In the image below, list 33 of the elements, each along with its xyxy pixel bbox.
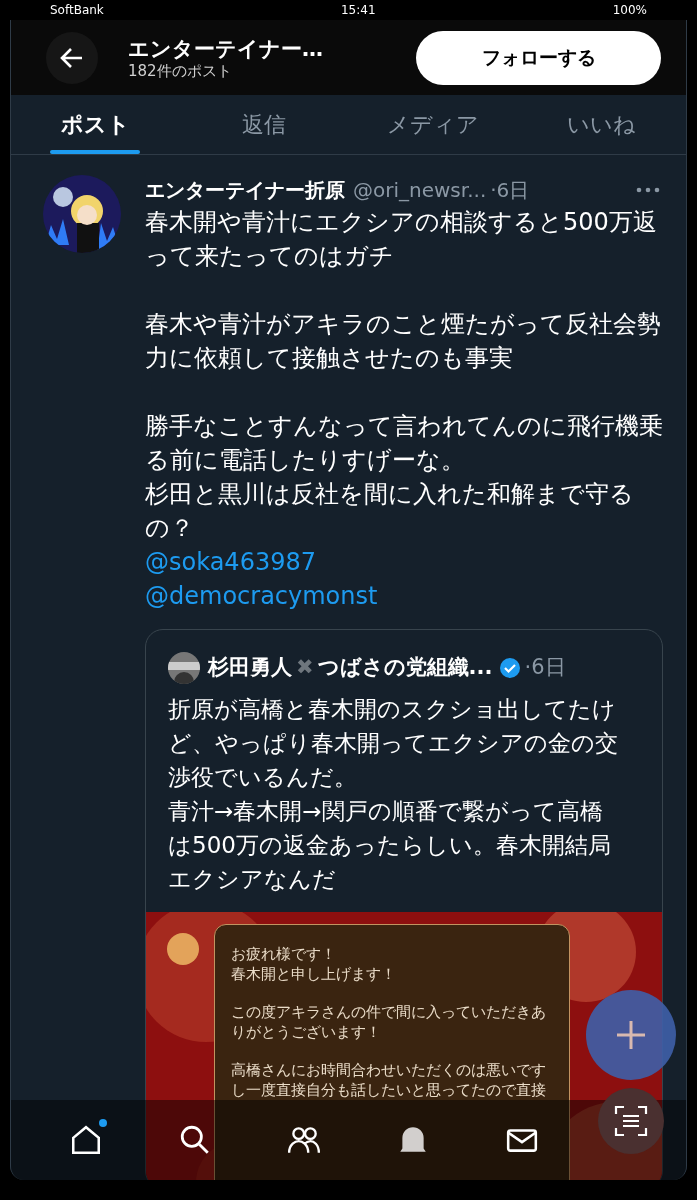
plus-icon [617,1021,645,1049]
more-icon[interactable] [636,187,660,193]
chat-message: お疲れ様です！ [231,945,337,965]
separator-mark: ✖ [296,654,314,682]
clock-time: 15:41 [340,2,376,19]
quoted-author-name[interactable]: 杉田勇人 [208,652,292,684]
quoted-post-time: ·6日 [524,654,566,682]
scan-icon [614,1104,648,1138]
post-count: 182件のポスト [128,61,233,80]
post-text: 勝手なことすんなって言われてんのに飛行機乗る前に電話したりすげーな。 [145,411,664,476]
profile-title: エンターテイナー… [128,35,324,62]
profile-tab[interactable]: 返信 [179,95,349,154]
mention-link[interactable]: @democracymonst [145,579,378,613]
profile-tab[interactable]: いいね [517,95,686,154]
post-time: ·6日 [490,177,530,204]
post-text: 春木開や青汁にエクシアの相談すると500万返って来たってのはガチ [145,207,658,272]
post-text: 春木や青汁がアキラのこと煙たがって反社会勢力に依頼して接触させたのも事実 [145,309,662,374]
battery-label: 100% [612,2,647,19]
profile-tab[interactable]: ポスト [11,95,180,154]
follow-button[interactable]: フォローする [416,30,661,85]
author-handle: @ori_newsr... [353,177,487,204]
post-text: 杉田と黒川は反社を間に入れた和解まで守るの？ [145,479,635,544]
profile-tab[interactable]: メディア [348,95,518,154]
chat-message: 高橋さんにお時間合わせいただくのは悪いですし一度直接自分も話したいと思ってたので直接 [231,1061,547,1100]
quoted-post-text: 青汁→春木開→関戸の順番で繋がって高橋は500万の返金あったらしい。春木開結局エクシアなんだ [168,797,612,894]
mention-link[interactable]: @soka463987 [145,545,316,579]
chat-message: 春木開と申し上げます！ [231,964,397,984]
author-name[interactable]: エンターテイナー折原 [145,175,345,205]
quoted-post-text: 折原が高橋と春木開のスクショ出してたけど、やっぱり春木開ってエクシアの金の交渉役でいるんだ。 [168,695,619,792]
carrier-label: SoftBank [50,2,104,19]
back-arrow-icon [60,46,84,69]
quoted-author-name[interactable]: つばさの党組織... [317,652,493,684]
chat-message: この度アキラさんの件で間に入っていただきありがとうございます！ [231,1003,547,1042]
